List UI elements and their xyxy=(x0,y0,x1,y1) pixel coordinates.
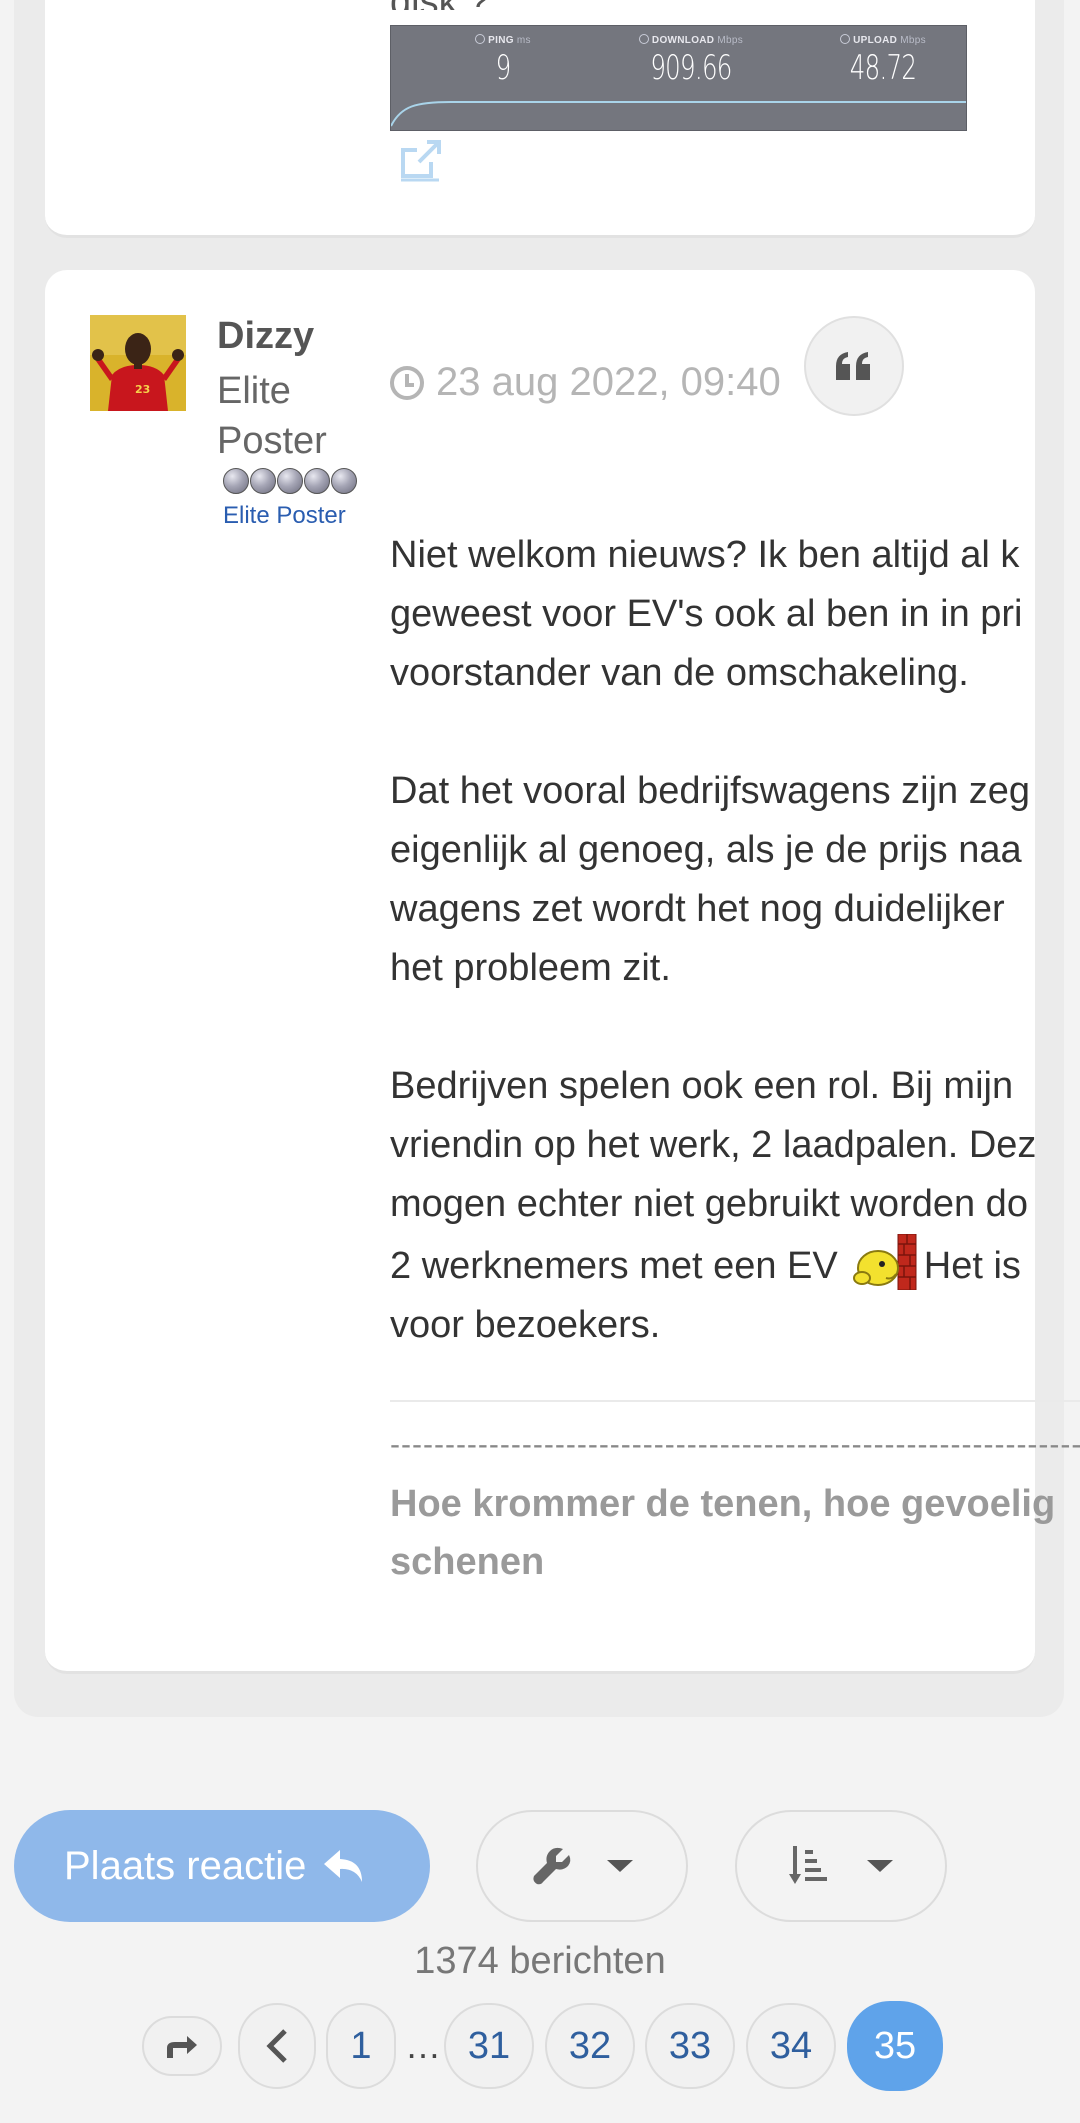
text-line: voorstander van de omschakeling. xyxy=(390,652,969,694)
speedtest-ping: PING ms 9 xyxy=(443,34,563,88)
reply-arrow-icon xyxy=(324,1850,363,1882)
rank-pips xyxy=(223,468,357,494)
banging-head-smiley-icon xyxy=(852,1233,918,1291)
text-line: 2 werknemers met een EV xyxy=(390,1245,838,1287)
clock-icon xyxy=(390,365,424,400)
upload-value: 48.72 xyxy=(849,48,917,88)
speed-graph-line xyxy=(391,101,966,127)
text-line: Het is xyxy=(923,1245,1021,1287)
page-button-34[interactable]: 34 xyxy=(746,2003,836,2089)
ping-label: PING xyxy=(488,35,514,46)
text-line: voor bezoekers. xyxy=(390,1304,661,1346)
user-rank: Elite Poster xyxy=(217,370,327,462)
rank-pip xyxy=(250,468,276,494)
upload-unit: Mbps xyxy=(900,35,926,46)
text-line: Bedrijven spelen ook een rol. Bij mijn xyxy=(390,1065,1014,1107)
text-line: wagens zet wordt het nog duidelijker xyxy=(390,888,1005,930)
post-paragraph: Dat het vooral bedrijfswagens zijn zeg e… xyxy=(390,762,1080,998)
rank-pip xyxy=(223,468,249,494)
page-button-current[interactable]: 35 xyxy=(847,2001,943,2091)
text-line: geweest voor EV's ook al ben in in pri xyxy=(390,593,1023,635)
sort-dropdown[interactable] xyxy=(735,1810,947,1922)
text-line: het probleem zit. xyxy=(390,947,671,989)
text-line: vriendin op het werk, 2 laadpalen. Dez xyxy=(390,1124,1037,1166)
post-paragraph: Bedrijven spelen ook een rol. Bij mijn v… xyxy=(390,1057,1080,1355)
text-line: Niet welkom nieuws? Ik ben altijd al k xyxy=(390,534,1020,576)
signature-line: schenen xyxy=(390,1541,545,1583)
upload-label: UPLOAD xyxy=(853,35,898,46)
page-button-1[interactable]: 1 xyxy=(326,2003,396,2089)
rank-pip xyxy=(304,468,330,494)
signature-dashes: ----------------------------------------… xyxy=(390,1428,1080,1458)
speedtest-download: DOWNLOAD Mbps 909.66 xyxy=(591,34,791,88)
page-button-32[interactable]: 32 xyxy=(545,2003,635,2089)
post-paragraph: Niet welkom nieuws? Ik ben altijd al k g… xyxy=(390,526,1080,703)
avatar[interactable]: 23 xyxy=(90,315,186,411)
jump-to-page-button[interactable] xyxy=(142,2016,222,2076)
sort-amount-icon xyxy=(789,1846,827,1884)
ping-unit: ms xyxy=(516,35,531,46)
previous-post-trailing-text: disk ? xyxy=(390,0,489,10)
signature-line: Hoe krommer de tenen, hoe gevoelig xyxy=(390,1483,1056,1525)
chevron-down-icon xyxy=(867,1860,893,1872)
text-line: mogen echter niet gebruikt worden do xyxy=(390,1183,1028,1225)
download-label: DOWNLOAD xyxy=(651,35,715,46)
rank-label: Elite Poster xyxy=(223,502,346,529)
share-forward-icon xyxy=(167,2036,197,2058)
upload-icon xyxy=(840,34,851,44)
post-date[interactable]: 23 aug 2022, 09:40 xyxy=(390,360,781,405)
signature-text: Hoe krommer de tenen, hoe gevoelig schen… xyxy=(390,1475,1080,1591)
rank-pip xyxy=(331,468,357,494)
download-unit: Mbps xyxy=(717,35,744,46)
pagination-ellipsis: … xyxy=(405,2025,441,2066)
post-date-text: 23 aug 2022, 09:40 xyxy=(436,360,781,404)
ping-icon xyxy=(475,34,486,44)
download-icon xyxy=(638,34,649,44)
topic-tools-dropdown[interactable] xyxy=(476,1810,688,1922)
rank-pip xyxy=(277,468,303,494)
quote-button[interactable] xyxy=(804,316,904,416)
external-link-icon[interactable] xyxy=(397,138,443,182)
download-value: 909.66 xyxy=(650,48,732,88)
text-line: Dat het vooral bedrijfswagens zijn zeg xyxy=(390,770,1031,812)
speedtest-image[interactable]: PING ms 9 DOWNLOAD Mbps 909.66 UPLOAD Mb… xyxy=(390,25,967,131)
post-reply-button[interactable]: Plaats reactie xyxy=(14,1810,430,1922)
previous-page-button[interactable] xyxy=(238,2003,316,2089)
previous-post-card: disk ? PING ms 9 DOWNLOAD Mbps 909.66 UP… xyxy=(45,0,1035,238)
ping-value: 9 xyxy=(495,48,512,88)
post-body: Niet welkom nieuws? Ik ben altijd al k g… xyxy=(390,526,1080,1414)
quote-icon xyxy=(836,352,870,380)
username-link[interactable]: Dizzy xyxy=(217,315,314,358)
speedtest-upload: UPLOAD Mbps 48.72 xyxy=(783,34,966,88)
text-line: eigenlijk al genoeg, als je de prijs naa xyxy=(390,829,1022,871)
post-count: 1374 berichten xyxy=(414,1940,666,1982)
svg-text:23: 23 xyxy=(135,383,150,396)
wrench-icon xyxy=(533,1847,571,1885)
post-reply-label: Plaats reactie xyxy=(64,1843,307,1888)
user-avatar-image: 23 xyxy=(90,315,186,411)
signature-divider xyxy=(390,1400,1080,1402)
chevron-left-icon xyxy=(266,2029,287,2063)
post-card: 23 Dizzy Elite Poster Elite Poster 23 au… xyxy=(45,270,1080,1674)
page-button-31[interactable]: 31 xyxy=(444,2003,534,2089)
page-button-33[interactable]: 33 xyxy=(645,2003,735,2089)
chevron-down-icon xyxy=(607,1860,633,1872)
